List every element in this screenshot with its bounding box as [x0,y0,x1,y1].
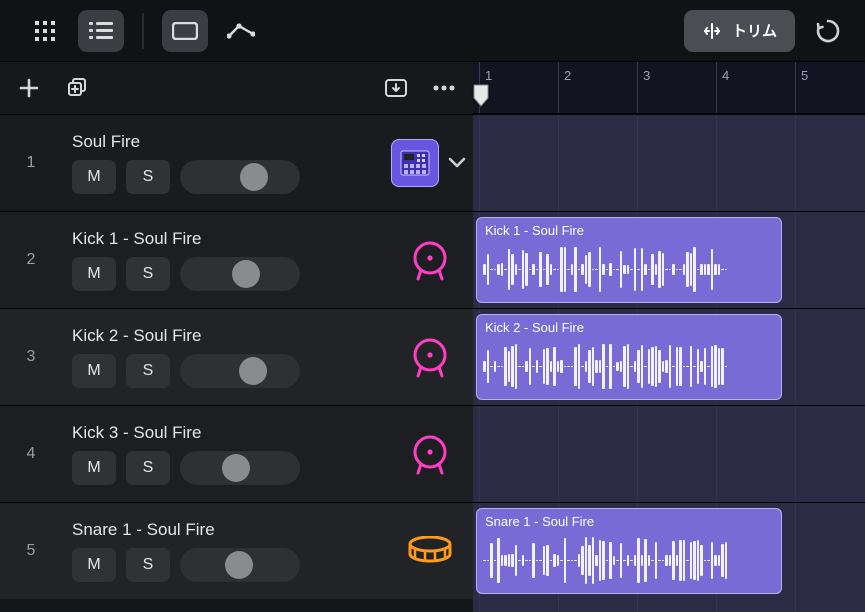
kick-drum-icon [409,433,451,475]
lane[interactable]: Kick 1 - Soul Fire [473,211,865,308]
solo-button[interactable]: S [126,160,170,194]
clip-title: Snare 1 - Soul Fire [477,509,781,532]
ruler-mark: 3 [643,68,650,83]
playhead[interactable] [473,84,489,114]
ruler-mark: 5 [801,68,808,83]
mute-button[interactable]: M [72,257,116,291]
lane[interactable] [473,114,865,211]
import-icon [384,78,408,98]
midi-clip[interactable]: Snare 1 - Soul Fire [476,508,782,594]
toolbar-separator [142,13,144,49]
track-row[interactable]: 3 Kick 2 - Soul Fire M S [0,308,473,405]
track-row[interactable]: 4 Kick 3 - Soul Fire M S [0,405,473,502]
clip-notes [477,338,781,399]
add-track-button[interactable] [14,73,44,103]
track-row[interactable]: 5 Snare 1 - Soul Fire M S [0,502,473,599]
volume-knob[interactable] [222,454,250,482]
mute-button[interactable]: M [72,160,116,194]
ruler-mark: 2 [564,68,571,83]
region-tool-button[interactable] [162,10,208,52]
track-title: Snare 1 - Soul Fire [72,520,377,540]
track-title: Kick 3 - Soul Fire [72,423,377,443]
lane[interactable] [473,405,865,502]
track-row-master[interactable]: 1 Soul Fire M S [0,114,473,211]
list-view-button[interactable] [78,10,124,52]
trim-label: トリム [732,20,777,41]
lane[interactable]: Snare 1 - Soul Fire [473,502,865,599]
midi-clip[interactable]: Kick 2 - Soul Fire [476,314,782,400]
dots-icon [433,85,455,91]
track-title: Soul Fire [72,132,377,152]
ruler-mark: 4 [722,68,729,83]
automation-icon [227,22,255,40]
chevron-down-icon [448,157,466,169]
track-panel: 1 Soul Fire M S [0,62,473,612]
more-button[interactable] [429,73,459,103]
drum-machine-icon[interactable] [391,139,439,187]
timeline-ruler[interactable]: 1 2 3 4 5 [473,62,865,114]
grid-view-button[interactable] [22,10,68,52]
track-number: 2 [0,212,62,308]
track-title: Kick 1 - Soul Fire [72,229,377,249]
clip-title: Kick 1 - Soul Fire [477,218,781,241]
ruler-mark: 1 [485,68,492,83]
volume-knob[interactable] [232,260,260,288]
region-icon [172,22,198,40]
expand-button[interactable] [445,151,469,175]
track-list: 1 Soul Fire M S [0,114,473,612]
mute-button[interactable]: M [72,354,116,388]
automation-tool-button[interactable] [218,10,264,52]
volume-slider[interactable] [180,257,300,291]
kick-drum-icon [409,336,451,378]
timeline[interactable]: 1 2 3 4 5 Kick 1 - Soul Fire [473,62,865,612]
arrangement-area[interactable]: Kick 1 - Soul Fire Kick 2 - Soul Fire Sn… [473,114,865,612]
track-number: 4 [0,406,62,502]
clip-notes [477,241,781,302]
clip-notes [477,532,781,593]
volume-slider[interactable] [180,548,300,582]
volume-slider[interactable] [180,354,300,388]
lane[interactable]: Kick 2 - Soul Fire [473,308,865,405]
plus-icon [18,77,40,99]
track-panel-header [0,62,473,114]
volume-knob[interactable] [239,357,267,385]
duplicate-track-button[interactable] [62,73,92,103]
solo-button[interactable]: S [126,257,170,291]
solo-button[interactable]: S [126,354,170,388]
grid-icon [34,20,56,42]
mute-button[interactable]: M [72,548,116,582]
snare-drum-icon [407,536,453,566]
solo-button[interactable]: S [126,548,170,582]
track-title: Kick 2 - Soul Fire [72,326,377,346]
midi-clip[interactable]: Kick 1 - Soul Fire [476,217,782,303]
clip-title: Kick 2 - Soul Fire [477,315,781,338]
list-icon [89,22,113,40]
track-number: 1 [0,115,62,211]
trim-icon [702,21,722,41]
solo-button[interactable]: S [126,451,170,485]
volume-slider[interactable] [180,160,300,194]
top-toolbar: トリム [0,0,865,62]
trim-button[interactable]: トリム [684,10,795,52]
kick-drum-icon [409,239,451,281]
volume-slider[interactable] [180,451,300,485]
mute-button[interactable]: M [72,451,116,485]
import-button[interactable] [381,73,411,103]
duplicate-icon [66,77,88,99]
volume-knob[interactable] [240,163,268,191]
track-row[interactable]: 2 Kick 1 - Soul Fire M S [0,211,473,308]
volume-knob[interactable] [225,551,253,579]
track-number: 5 [0,503,62,599]
track-number: 3 [0,309,62,405]
loop-button[interactable] [809,12,847,50]
loop-icon [815,18,841,44]
